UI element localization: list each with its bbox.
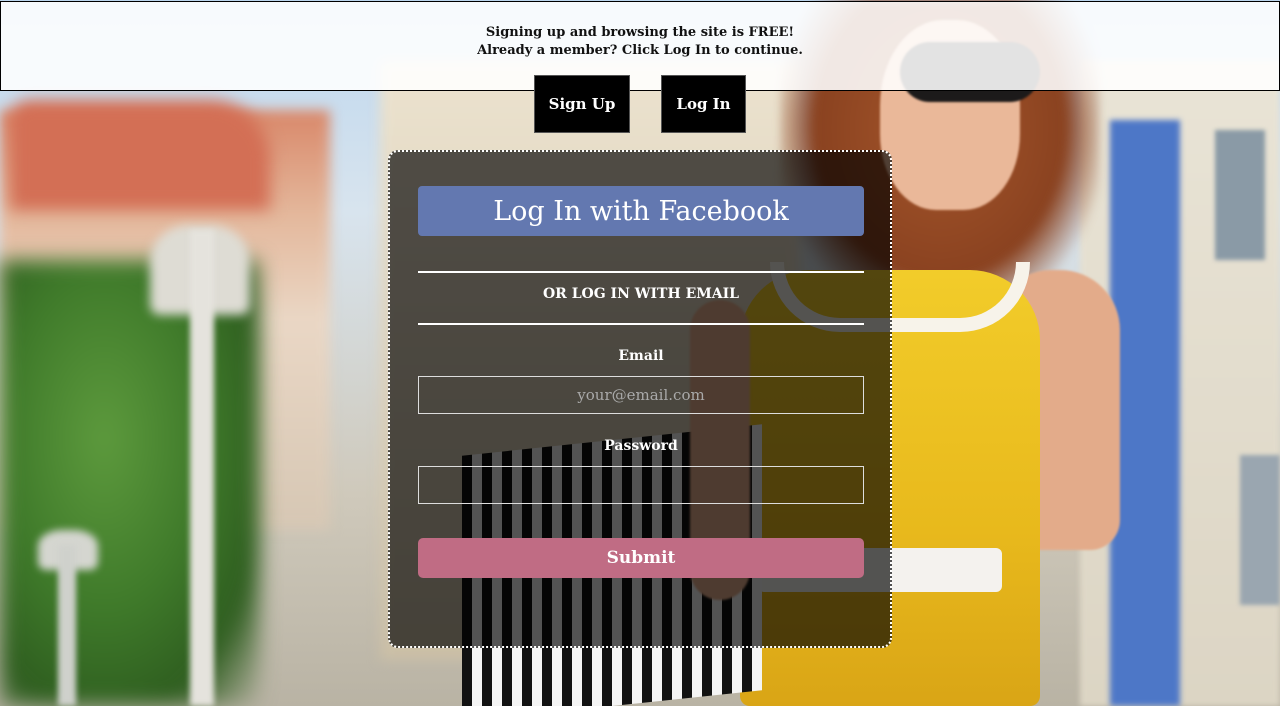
- banner-line-member: Already a member? Click Log In to contin…: [477, 43, 803, 58]
- submit-button[interactable]: Submit: [418, 538, 864, 578]
- info-banner: Signing up and browsing the site is FREE…: [0, 1, 1280, 91]
- log-in-button[interactable]: Log In: [661, 75, 746, 133]
- banner-line-free: Signing up and browsing the site is FREE…: [485, 25, 795, 40]
- window: [1240, 455, 1280, 605]
- sign-up-button[interactable]: Sign Up: [534, 75, 630, 133]
- window: [1215, 130, 1265, 260]
- blurred-trees: [0, 260, 260, 706]
- blue-column: [1110, 120, 1180, 706]
- divider-top: [418, 271, 864, 273]
- email-input[interactable]: [418, 376, 864, 414]
- street-lamp-pole-small: [58, 545, 76, 706]
- email-label: Email: [618, 348, 664, 364]
- password-input[interactable]: [418, 466, 864, 504]
- blurred-roof: [10, 100, 270, 210]
- street-lamp-pole: [190, 230, 214, 706]
- login-card: Log In with Facebook OR LOG IN WITH EMAI…: [388, 150, 892, 648]
- facebook-login-button[interactable]: Log In with Facebook: [418, 186, 864, 236]
- email-login-divider-text: OR LOG IN WITH EMAIL: [542, 286, 739, 302]
- divider-bottom: [418, 323, 864, 325]
- password-label: Password: [604, 438, 678, 454]
